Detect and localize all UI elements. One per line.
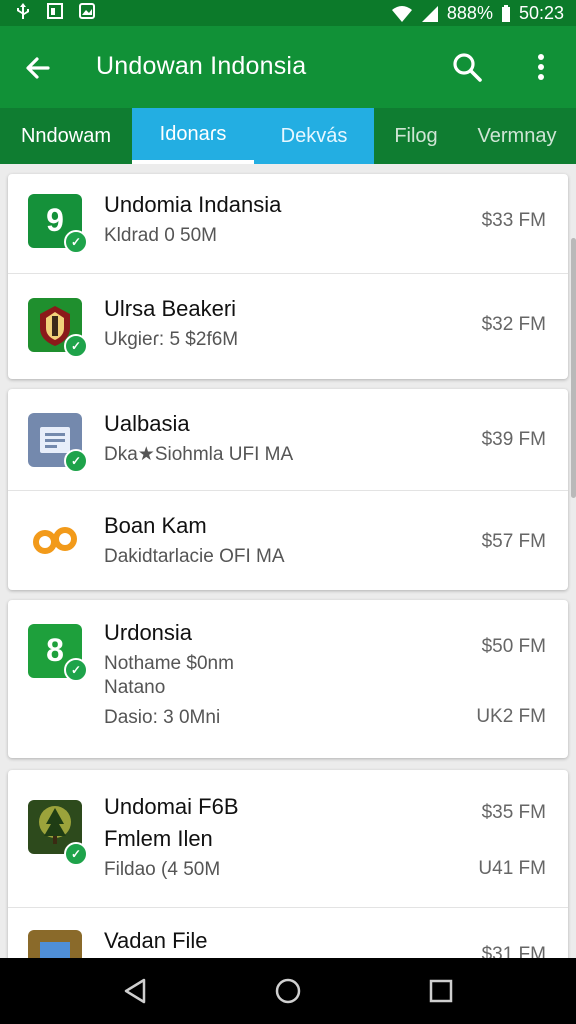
app-subtitle: Natano xyxy=(104,677,166,698)
battery-percent: 888% xyxy=(446,3,493,23)
arrow-left-icon[interactable] xyxy=(22,52,54,84)
list-card: ✓ Undomai F6B Fmlem Ilen Fildao (4 50M $… xyxy=(8,770,568,958)
list-item[interactable]: ✓ Ualbasia Dka★Siohmla UFI MA $39 FM xyxy=(8,389,568,491)
app-price-secondary: UK2 FM xyxy=(476,706,546,727)
nav-back-icon[interactable] xyxy=(120,976,150,1006)
verified-badge-icon: ✓ xyxy=(64,658,88,682)
app-price: $35 FM xyxy=(481,802,546,823)
page-title: Undowan Indonsia xyxy=(96,52,307,80)
app-subtitle: Fildao (4 50M xyxy=(104,859,221,880)
tab-vermnay[interactable]: Vermnay xyxy=(458,108,576,164)
wifi-icon xyxy=(391,5,412,22)
app-subtitle: Dakidtarlacie OFI MA xyxy=(104,546,285,567)
verified-badge-icon: ✓ xyxy=(64,842,88,866)
app-subtitle: Nothame $0nm xyxy=(104,653,234,674)
more-vert-icon[interactable] xyxy=(530,50,552,84)
scrollbar[interactable] xyxy=(571,238,576,498)
tab-filog[interactable]: Filog xyxy=(374,108,458,164)
app-name: Vadan File xyxy=(104,928,208,953)
list-card: 8 ✓ Urdonsia Nothame $0nm Natano Dasio: … xyxy=(8,600,568,758)
app-bar: Undowan Indonsia xyxy=(0,26,576,108)
gallery-icon xyxy=(79,3,95,19)
app-name: Undomia Indansia xyxy=(104,192,282,217)
usb-icon xyxy=(17,3,29,19)
app-price: $31 FM xyxy=(481,944,546,958)
battery-icon xyxy=(501,4,510,22)
app-name-line2: Fmlem Ilen xyxy=(104,826,213,851)
tab-idonars[interactable]: Idonaɾs xyxy=(132,108,254,164)
app-price: $33 FM xyxy=(481,210,546,231)
app-name: Boan Kam xyxy=(104,513,207,538)
signal-icon xyxy=(421,5,438,22)
nav-recents-icon[interactable] xyxy=(426,976,456,1006)
list-card: ✓ Ualbasia Dka★Siohmla UFI MA $39 FM Boa… xyxy=(8,389,568,590)
verified-badge-icon: ✓ xyxy=(64,230,88,254)
list-item[interactable]: Vadan File $31 FM xyxy=(8,908,568,958)
app-name: Urdonsia xyxy=(104,620,193,645)
orange-loop-icon xyxy=(28,513,82,567)
status-bar: 888% 50:23 xyxy=(0,0,576,26)
app-price-secondary: U41 FM xyxy=(478,858,546,879)
app-subtitle: Ukgieɾ: 5 $2f6M xyxy=(104,329,239,350)
app-price: $39 FM xyxy=(481,429,546,450)
verified-badge-icon: ✓ xyxy=(64,449,88,473)
app-name: Ulrsa Beakeri xyxy=(104,296,237,321)
app-subtitle: Kldrad 0 50M xyxy=(104,225,218,246)
app-subtitle: Dka★Siohmla UFI MA xyxy=(104,444,294,465)
picture-icon xyxy=(28,930,82,958)
navigation-bar xyxy=(0,958,576,1024)
list-item[interactable]: Boan Kam Dakidtarlacie OFI MA $57 FM xyxy=(8,491,568,590)
tab-bar: Nndowam Idonaɾs Dekvás Filog Vermnay xyxy=(0,108,576,164)
app-name: Ualbasia xyxy=(104,411,190,436)
tab-dekvas[interactable]: Dekvás xyxy=(254,108,374,164)
app-name: Undomai F6B xyxy=(104,794,239,819)
list-item[interactable]: ✓ Undomai F6B Fmlem Ilen Fildao (4 50M $… xyxy=(8,770,568,908)
app-list: 9 ✓ Undomia Indansia Kldrad 0 50M $33 FM… xyxy=(0,164,576,958)
list-item[interactable]: ✓ Ulrsa Beakeri Ukgieɾ: 5 $2f6M $32 FM xyxy=(8,274,568,379)
clock: 50:23 xyxy=(518,3,564,23)
app-price: $32 FM xyxy=(481,314,546,335)
app-price: $57 FM xyxy=(481,531,546,552)
tab-nndowam[interactable]: Nndowam xyxy=(0,108,132,164)
app-price: $50 FM xyxy=(481,636,546,657)
list-card: 9 ✓ Undomia Indansia Kldrad 0 50M $33 FM… xyxy=(8,174,568,379)
list-item[interactable]: 8 ✓ Urdonsia Nothame $0nm Natano Dasio: … xyxy=(8,600,568,758)
app-subtitle: Dasio: 3 0Mni xyxy=(104,707,221,728)
list-item[interactable]: 9 ✓ Undomia Indansia Kldrad 0 50M $33 FM xyxy=(8,174,568,274)
search-icon[interactable] xyxy=(450,50,484,84)
verified-badge-icon: ✓ xyxy=(64,334,88,358)
nav-home-icon[interactable] xyxy=(273,976,303,1006)
image-icon xyxy=(47,3,63,19)
